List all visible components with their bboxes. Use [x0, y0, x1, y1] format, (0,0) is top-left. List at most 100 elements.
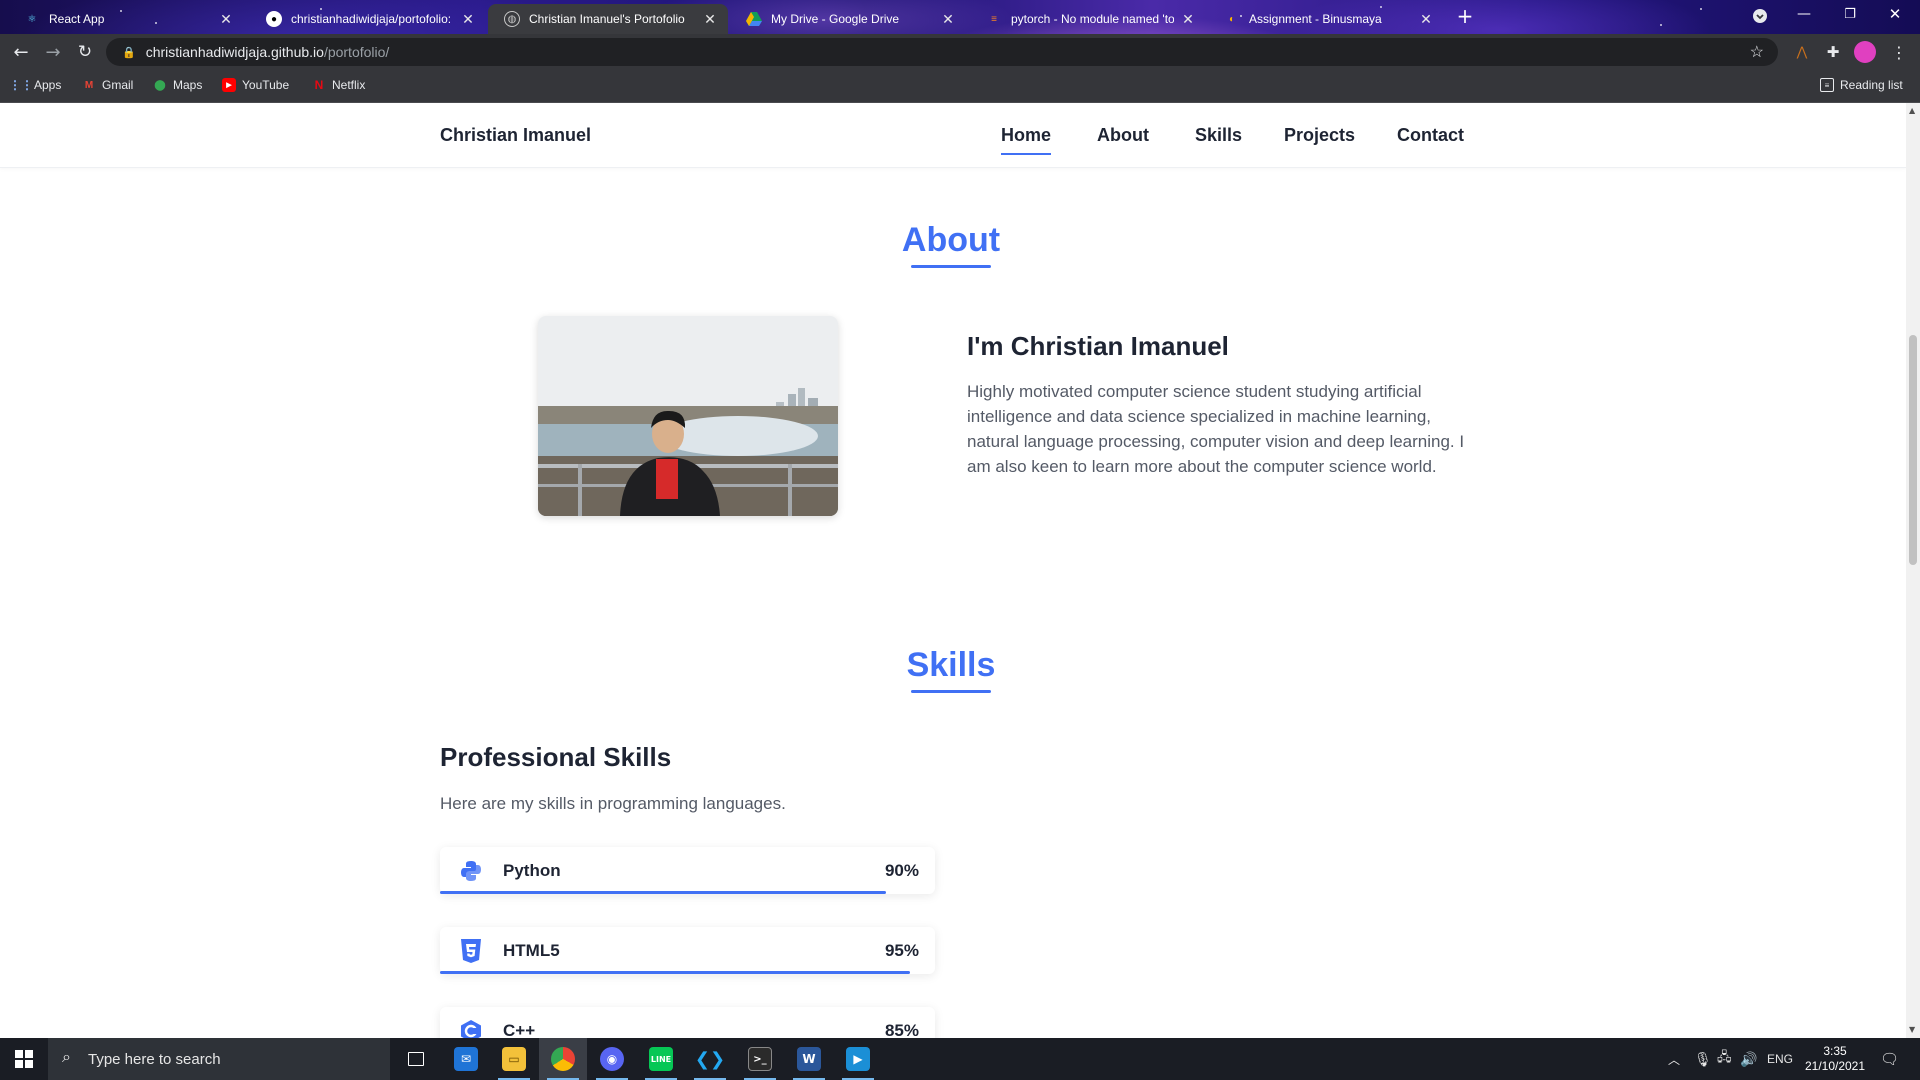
close-icon[interactable]: ✕	[218, 11, 234, 28]
skills-description: Here are my skills in programming langua…	[440, 794, 786, 813]
chrome-app-icon[interactable]	[539, 1038, 587, 1080]
tab-google-drive[interactable]: My Drive - Google Drive ✕	[730, 4, 966, 34]
line-app-icon[interactable]: LINE	[637, 1038, 685, 1080]
skills-section-title: Skills	[801, 646, 1101, 693]
new-tab-icon[interactable]: +	[1453, 4, 1477, 28]
globe-icon: ◍	[504, 11, 520, 27]
terminal-app-icon[interactable]: >_	[736, 1038, 784, 1080]
clock-date: 21/10/2021	[1804, 1059, 1866, 1073]
extensions-puzzle-icon[interactable]: ✚	[1821, 40, 1845, 64]
nav-about[interactable]: About	[1097, 125, 1149, 146]
html5-icon	[458, 938, 484, 964]
mail-app-icon[interactable]: ✉	[442, 1038, 490, 1080]
tab-strip: ⚛ React App ✕ ● christianhadiwidjaja/por…	[0, 0, 1920, 34]
word-app-icon[interactable]: W	[785, 1038, 833, 1080]
profile-photo	[538, 316, 838, 516]
clock-time: 3:35	[1823, 1044, 1847, 1058]
bookmark-youtube[interactable]: ▶ YouTube	[222, 78, 289, 92]
reload-icon[interactable]: ↻	[73, 40, 97, 64]
close-icon[interactable]: ✕	[940, 11, 956, 28]
tab-title: My Drive - Google Drive	[771, 12, 900, 26]
profile-avatar-icon[interactable]	[1853, 40, 1877, 64]
about-section-title: About	[801, 221, 1101, 268]
skill-percent: 85%	[884, 1021, 919, 1038]
close-icon[interactable]: ✕	[460, 11, 476, 28]
volume-icon[interactable]: 🔊	[1740, 1038, 1757, 1080]
bookmark-gmail[interactable]: M Gmail	[82, 78, 134, 92]
skill-progress-bar	[440, 891, 886, 894]
close-icon[interactable]: ✕	[1180, 11, 1196, 28]
close-icon[interactable]: ✕	[702, 11, 718, 28]
window-close-icon[interactable]: ✕	[1883, 2, 1907, 26]
tab-github[interactable]: ● christianhadiwidjaja/portofolio: n ✕	[250, 4, 486, 34]
github-icon: ●	[266, 11, 282, 27]
bookmark-netflix[interactable]: N Netflix	[312, 78, 366, 92]
show-hidden-icons-icon[interactable]: ︿	[1668, 1038, 1680, 1080]
bookmark-label: Netflix	[332, 78, 366, 92]
tab-react-app[interactable]: ⚛ React App ✕	[8, 4, 244, 34]
scrollbar-thumb[interactable]	[1909, 335, 1917, 565]
restore-icon[interactable]: ❐	[1838, 2, 1862, 26]
forward-icon[interactable]: →	[41, 40, 65, 64]
apps-grid-icon: ⋮⋮	[9, 78, 33, 92]
skill-percent: 95%	[884, 941, 919, 960]
bookmark-apps[interactable]: ⋮⋮ Apps	[9, 78, 62, 92]
bookmark-label: Maps	[173, 78, 203, 92]
maps-pin-icon: ⬤	[154, 79, 166, 91]
professional-skills-heading: Professional Skills	[440, 742, 672, 772]
taskbar-search-box[interactable]: ⌕ Type here to search	[48, 1038, 390, 1080]
tab-search-icon[interactable]	[1748, 4, 1772, 28]
bookmark-maps[interactable]: ⬤ Maps	[153, 78, 202, 92]
microphone-icon[interactable]: 🎙	[1694, 1038, 1712, 1080]
nav-contact[interactable]: Contact	[1397, 125, 1464, 146]
skill-card-cplusplus: C++ 85%	[440, 1007, 935, 1038]
tab-title: Christian Imanuel's Portofolio	[529, 12, 685, 26]
input-language[interactable]: ENG	[1767, 1038, 1793, 1080]
bookmark-label: Apps	[34, 78, 62, 92]
windows-taskbar: ⌕ Type here to search ✉ ▭ ◉ LINE ❮❯ >_ W…	[0, 1038, 1920, 1080]
extension-icon[interactable]: ⋀	[1790, 40, 1814, 64]
task-view-icon[interactable]	[392, 1038, 440, 1080]
nav-projects[interactable]: Projects	[1284, 125, 1355, 146]
site-brand[interactable]: Christian Imanuel	[440, 125, 591, 146]
scroll-down-arrow-icon[interactable]: ▼	[1909, 1025, 1915, 1034]
tab-portfolio[interactable]: ◍ Christian Imanuel's Portofolio ✕	[488, 4, 728, 34]
tab-title: Assignment - Binusmaya	[1249, 12, 1382, 26]
page-scrollbar[interactable]: ▲ ▼	[1906, 103, 1920, 1038]
windows-start-icon[interactable]	[0, 1038, 48, 1080]
vscode-app-icon[interactable]: ❮❯	[686, 1038, 734, 1080]
back-icon[interactable]: ←	[9, 40, 33, 64]
network-icon[interactable]: 🖧	[1717, 1038, 1732, 1080]
nav-skills[interactable]: Skills	[1195, 125, 1242, 146]
about-description: Highly motivated computer science studen…	[967, 382, 1465, 476]
web-page: Christian Imanuel Home About Skills Proj…	[0, 103, 1906, 1038]
cplusplus-icon	[458, 1018, 484, 1038]
discord-app-icon[interactable]: ◉	[588, 1038, 636, 1080]
close-icon[interactable]: ✕	[1418, 11, 1434, 28]
skill-percent: 90%	[884, 861, 919, 880]
bookmark-star-icon[interactable]: ☆	[1750, 42, 1764, 62]
tab-binusmaya[interactable]: ◐ Assignment - Binusmaya ✕	[1208, 4, 1444, 34]
notifications-icon[interactable]: 🗨	[1880, 1038, 1899, 1080]
skill-name: C++	[503, 1021, 536, 1038]
menu-kebab-icon[interactable]: ⋮	[1887, 40, 1911, 64]
tab-title: christianhadiwidjaja/portofolio: n	[291, 12, 454, 26]
tab-stackoverflow[interactable]: ≡ pytorch - No module named 'tor ✕	[970, 4, 1206, 34]
nav-home[interactable]: Home	[1001, 125, 1052, 155]
media-player-icon[interactable]: ▶	[834, 1038, 882, 1080]
scroll-up-arrow-icon[interactable]: ▲	[1909, 106, 1915, 115]
file-explorer-icon[interactable]: ▭	[490, 1038, 538, 1080]
bookmark-label: Gmail	[102, 78, 134, 92]
minimize-icon[interactable]: —	[1792, 2, 1816, 26]
youtube-icon: ▶	[222, 78, 236, 92]
tab-title: pytorch - No module named 'tor	[1011, 12, 1174, 26]
tab-title: React App	[49, 12, 105, 26]
browser-chrome: ⚛ React App ✕ ● christianhadiwidjaja/por…	[0, 0, 1920, 103]
bookmark-label: YouTube	[242, 78, 290, 92]
binusmaya-icon: ◐	[1228, 13, 1236, 25]
reading-list-button[interactable]: ≡ Reading list	[1820, 78, 1903, 92]
skill-card-html5: HTML5 95%	[440, 927, 935, 974]
address-bar[interactable]: 🔒 christianhadiwidjaja.github.io/portofo…	[106, 38, 1778, 66]
netflix-icon: N	[314, 78, 324, 92]
system-clock[interactable]: 3:35 21/10/2021	[1795, 1044, 1875, 1074]
